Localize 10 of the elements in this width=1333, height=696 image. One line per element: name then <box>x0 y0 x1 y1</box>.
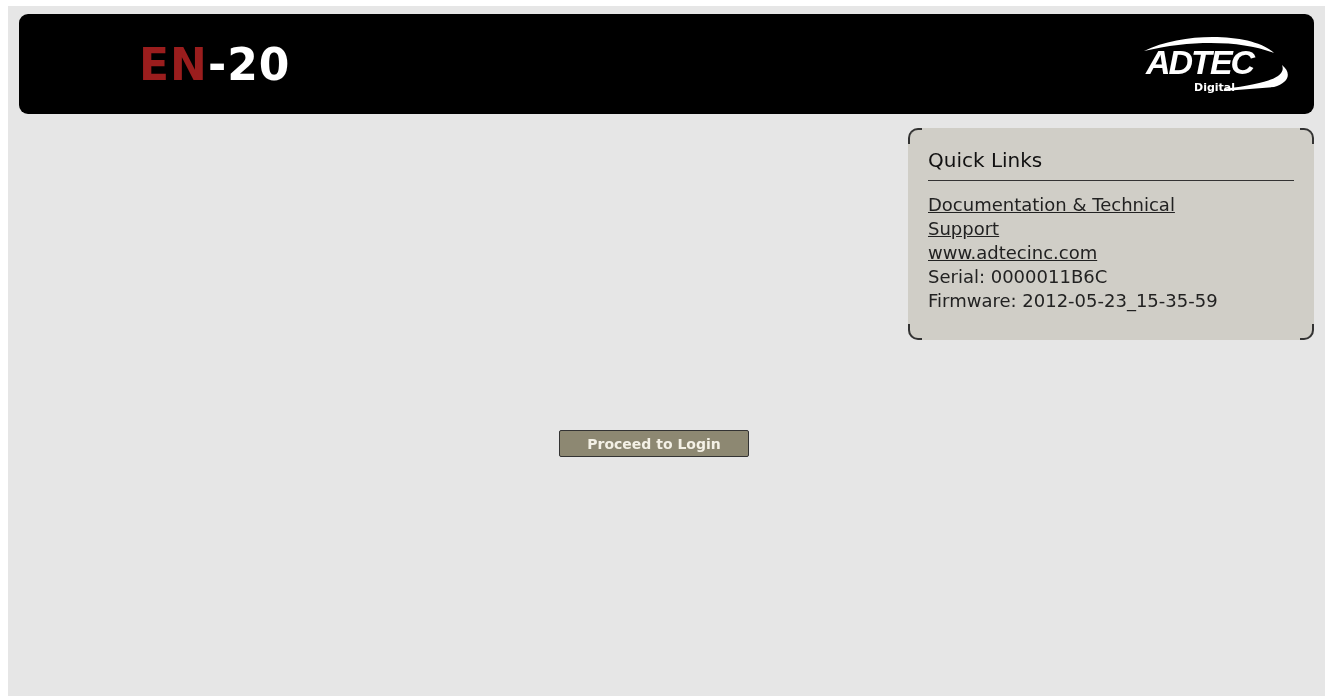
panel-title: Quick Links <box>928 148 1294 181</box>
corner-bracket <box>908 128 922 144</box>
info-text: Firmware: 2012-05-23_15-35-59 <box>928 289 1219 313</box>
corner-bracket <box>908 324 922 340</box>
product-title: EN-20 <box>139 38 291 90</box>
corner-bracket <box>1300 128 1314 144</box>
info-text: Serial: 0000011B6C <box>928 265 1109 289</box>
corner-bracket <box>1300 324 1314 340</box>
link[interactable]: www.adtecinc.com <box>928 241 1248 265</box>
company-logo: ADTEC Digital <box>1124 25 1294 103</box>
